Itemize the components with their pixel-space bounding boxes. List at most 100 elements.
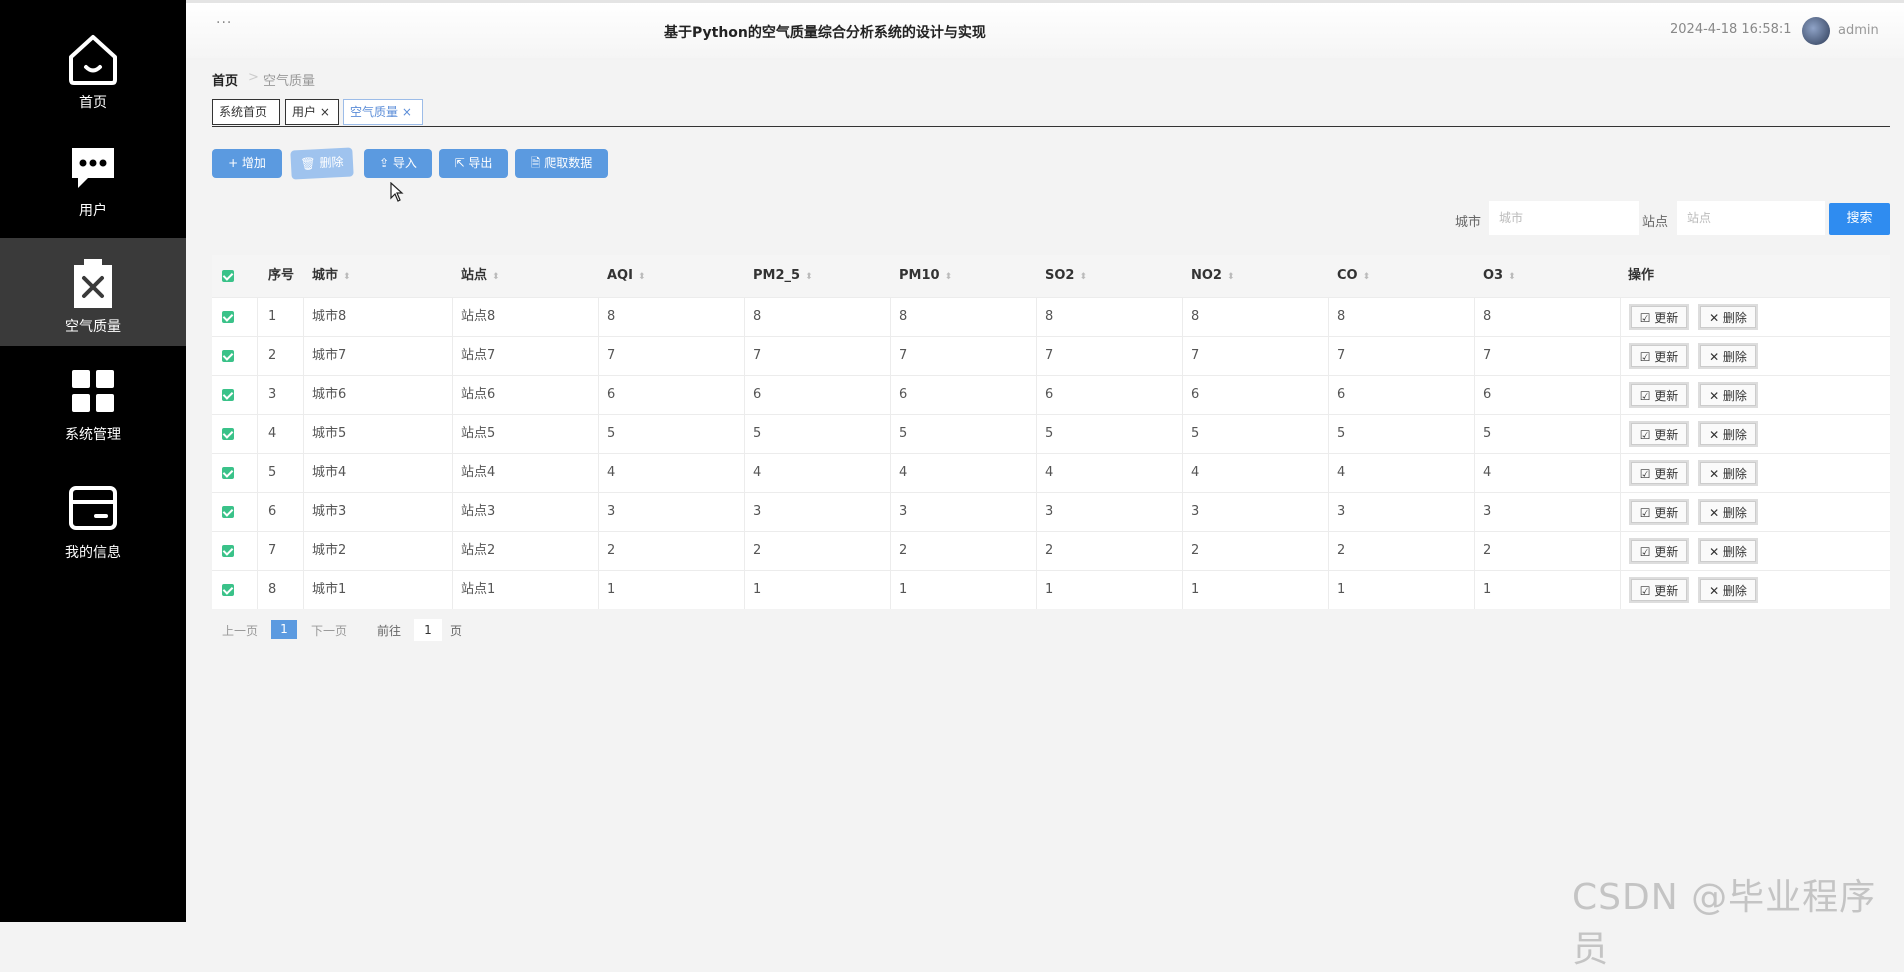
update-button[interactable]: ☑ 更新 <box>1629 304 1689 330</box>
column-header[interactable]: AQI ⬍ <box>607 255 646 297</box>
tab-users[interactable]: 用户 × <box>285 99 339 125</box>
table-row: 7 城市2 站点2 2 2 2 2 2 2 2 ☑ 更新 ✕ 删除 <box>212 531 1890 570</box>
cell-so2: 1 <box>1045 582 1054 597</box>
row-checkbox[interactable] <box>222 311 234 323</box>
tab-air-quality[interactable]: 空气质量 × <box>343 99 423 125</box>
row-checkbox[interactable] <box>222 428 234 440</box>
cell-city: 城市6 <box>312 387 347 402</box>
cell-o3: 3 <box>1483 504 1492 519</box>
select-all-checkbox[interactable] <box>222 270 234 282</box>
sidebar: 首页 用户 空气质量 系统管理 我的信息 <box>0 0 186 922</box>
delete-button[interactable]: 🗑 删除 <box>290 147 354 180</box>
cell-pm10: 7 <box>899 348 908 363</box>
row-checkbox[interactable] <box>222 350 234 362</box>
breadcrumb-home[interactable]: 首页 <box>212 70 238 89</box>
cell-so2: 5 <box>1045 426 1054 441</box>
column-header[interactable]: CO ⬍ <box>1337 255 1370 297</box>
cell-aqi: 1 <box>607 582 616 597</box>
row-delete-button[interactable]: ✕ 删除 <box>1698 304 1758 330</box>
row-delete-button[interactable]: ✕ 删除 <box>1698 382 1758 408</box>
import-button[interactable]: ⇪ 导入 <box>364 149 432 178</box>
update-button[interactable]: ☑ 更新 <box>1629 382 1689 408</box>
add-button[interactable]: + 增加 <box>212 149 282 178</box>
table-row: 3 城市6 站点6 6 6 6 6 6 6 6 ☑ 更新 ✕ 删除 <box>212 375 1890 414</box>
row-delete-button[interactable]: ✕ 删除 <box>1698 343 1758 369</box>
cell-no2: 7 <box>1191 348 1200 363</box>
row-delete-button[interactable]: ✕ 删除 <box>1698 499 1758 525</box>
cell-o3: 1 <box>1483 582 1492 597</box>
search-button[interactable]: 搜索 <box>1829 203 1890 235</box>
export-button[interactable]: ⇱ 导出 <box>439 149 508 178</box>
column-header[interactable]: NO2 ⬍ <box>1191 255 1235 297</box>
sort-icon: ⬍ <box>1508 272 1516 282</box>
row-delete-button[interactable]: ✕ 删除 <box>1698 421 1758 447</box>
sort-icon: ⬍ <box>944 272 953 282</box>
sort-icon: ⬍ <box>1079 272 1088 282</box>
menu-toggle-icon[interactable]: ··· <box>216 15 232 31</box>
row-delete-button[interactable]: ✕ 删除 <box>1698 577 1758 603</box>
cell-pm25: 6 <box>753 387 762 402</box>
row-checkbox[interactable] <box>222 545 234 557</box>
update-button[interactable]: ☑ 更新 <box>1629 499 1689 525</box>
row-checkbox[interactable] <box>222 584 234 596</box>
update-button[interactable]: ☑ 更新 <box>1629 577 1689 603</box>
sidebar-item-system[interactable]: 系统管理 <box>0 346 186 454</box>
cell-aqi: 2 <box>607 543 616 558</box>
app-title: 基于Python的空气质量综合分析系统的设计与实现 <box>664 25 986 41</box>
column-header[interactable]: SO2 ⬍ <box>1045 255 1087 297</box>
tab-bar: 系统首页 用户 × 空气质量 × <box>212 99 1890 127</box>
cell-o3: 6 <box>1483 387 1492 402</box>
column-header[interactable]: 城市 ⬍ <box>312 255 351 297</box>
cell-co: 7 <box>1337 348 1346 363</box>
row-checkbox[interactable] <box>222 506 234 518</box>
update-button[interactable]: ☑ 更新 <box>1629 538 1689 564</box>
city-filter-label: 城市 <box>1455 215 1482 230</box>
sidebar-item-home[interactable]: 首页 <box>0 14 186 122</box>
goto-label: 前往 <box>377 624 402 638</box>
row-checkbox[interactable] <box>222 389 234 401</box>
cell-no: 8 <box>268 582 277 597</box>
goto-page-input[interactable]: 1 <box>414 619 442 641</box>
sidebar-item-my-info[interactable]: 我的信息 <box>0 464 186 572</box>
station-input[interactable] <box>1677 201 1825 235</box>
cell-no: 5 <box>268 465 277 480</box>
update-button[interactable]: ☑ 更新 <box>1629 343 1689 369</box>
cell-co: 1 <box>1337 582 1346 597</box>
cell-aqi: 8 <box>607 309 616 324</box>
cell-city: 城市8 <box>312 309 347 324</box>
sort-icon: ⬍ <box>492 272 500 282</box>
watermark: CSDN @毕业程序员 <box>1572 877 1877 970</box>
cell-city: 城市3 <box>312 504 347 519</box>
row-checkbox[interactable] <box>222 467 234 479</box>
cell-station: 站点7 <box>461 348 496 363</box>
next-page-button[interactable]: 下一页 <box>311 622 347 639</box>
cell-pm10: 1 <box>899 582 908 597</box>
cell-station: 站点5 <box>461 426 496 441</box>
table-row: 1 城市8 站点8 8 8 8 8 8 8 8 ☑ 更新 ✕ 删除 <box>212 297 1890 336</box>
cell-co: 6 <box>1337 387 1346 402</box>
update-button[interactable]: ☑ 更新 <box>1629 460 1689 486</box>
column-header[interactable]: 站点 ⬍ <box>461 255 500 297</box>
cell-pm10: 5 <box>899 426 908 441</box>
sort-icon: ⬍ <box>805 272 813 282</box>
cell-pm25: 8 <box>753 309 762 324</box>
current-page-button[interactable]: 1 <box>271 620 297 639</box>
sidebar-item-air-quality[interactable]: 空气质量 <box>0 238 186 346</box>
row-delete-button[interactable]: ✕ 删除 <box>1698 460 1758 486</box>
column-header[interactable]: O3 ⬍ <box>1483 255 1516 297</box>
city-input[interactable] <box>1489 201 1639 235</box>
avatar[interactable] <box>1802 17 1830 45</box>
sidebar-item-users[interactable]: 用户 <box>0 122 186 230</box>
cell-no2: 3 <box>1191 504 1200 519</box>
cell-station: 站点4 <box>461 465 496 480</box>
row-delete-button[interactable]: ✕ 删除 <box>1698 538 1758 564</box>
prev-page-button[interactable]: 上一页 <box>222 622 258 639</box>
tab-system-home[interactable]: 系统首页 <box>212 99 280 125</box>
crawl-data-button[interactable]: 🗎 爬取数据 <box>515 149 608 178</box>
update-button[interactable]: ☑ 更新 <box>1629 421 1689 447</box>
column-header[interactable]: PM2_5 ⬍ <box>753 255 813 297</box>
column-header[interactable]: PM10 ⬍ <box>899 255 952 297</box>
cell-pm25: 1 <box>753 582 762 597</box>
username[interactable]: admin <box>1838 23 1879 38</box>
mouse-cursor-icon <box>390 182 404 202</box>
